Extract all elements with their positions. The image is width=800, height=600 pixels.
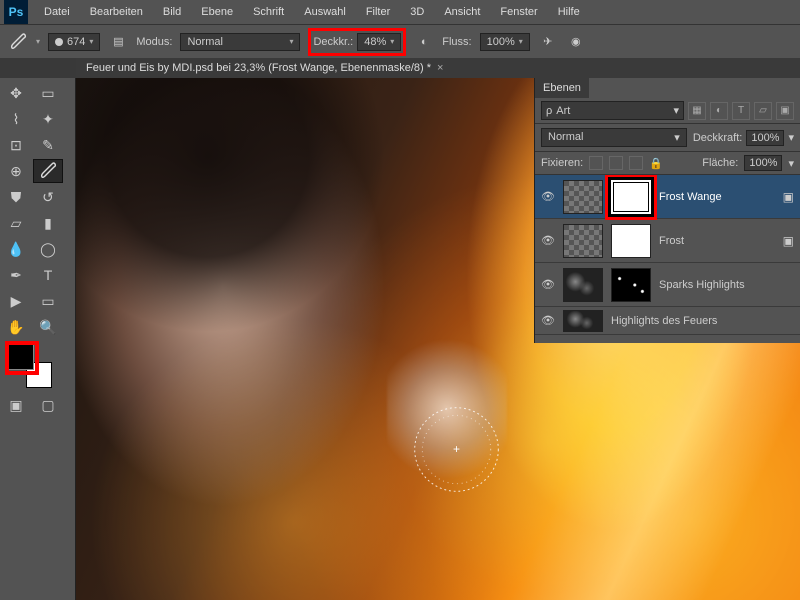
swatch-highlight <box>5 341 39 375</box>
layer-name[interactable]: Frost Wange <box>659 191 775 203</box>
layer-thumbnail[interactable] <box>563 180 603 214</box>
blur-tool[interactable]: 💧 <box>1 237 31 261</box>
layer-thumbnail[interactable] <box>563 268 603 302</box>
layer-opacity-input[interactable]: 100% <box>746 130 784 146</box>
visibility-icon[interactable]: 👁 <box>541 190 555 203</box>
layer-row[interactable]: 👁 Frost Wange ▣ <box>535 175 800 219</box>
layer-opacity-label: Deckkraft: <box>693 132 743 144</box>
lock-pixels-icon[interactable] <box>609 156 623 170</box>
layer-mask-thumbnail[interactable] <box>611 180 651 214</box>
layer-name[interactable]: Highlights des Feuers <box>611 315 794 327</box>
canvas[interactable]: + Ebenen ρArt▾ ▦ ◐ T ▱ ▣ Normal▾ Deckkra… <box>76 78 800 600</box>
layer-filter-select[interactable]: ρArt▾ <box>541 101 684 120</box>
pressure-size-icon[interactable]: ◉ <box>566 32 586 52</box>
brush-tool[interactable] <box>33 159 63 183</box>
layer-thumbnail[interactable] <box>563 224 603 258</box>
brush-size-label: 674 <box>67 36 85 48</box>
layer-row[interactable]: 👁 Frost ▣ <box>535 219 800 263</box>
filter-adjust-icon[interactable]: ◐ <box>710 102 728 120</box>
quickmask-tool[interactable]: ▣ <box>1 393 31 417</box>
brush-panel-icon[interactable]: ▤ <box>108 32 128 52</box>
lasso-tool[interactable]: ⌇ <box>1 107 31 131</box>
menu-schrift[interactable]: Schrift <box>243 6 294 18</box>
menu-filter[interactable]: Filter <box>356 6 400 18</box>
filter-shape-icon[interactable]: ▱ <box>754 102 772 120</box>
menu-bild[interactable]: Bild <box>153 6 191 18</box>
layer-blend-select[interactable]: Normal▾ <box>541 128 687 147</box>
menu-datei[interactable]: Datei <box>34 6 80 18</box>
brush-icon <box>8 32 28 52</box>
menu-fenster[interactable]: Fenster <box>490 6 547 18</box>
link-icon[interactable]: ▣ <box>783 234 794 248</box>
opacity-label: Deckkr.: <box>313 36 353 48</box>
lock-transparency-icon[interactable] <box>589 156 603 170</box>
pen-tool[interactable]: ✒ <box>1 263 31 287</box>
blend-mode-select[interactable]: Normal▾ <box>180 33 300 51</box>
healing-tool[interactable]: ⊕ <box>1 159 31 183</box>
dodge-tool[interactable]: ◯ <box>33 237 63 261</box>
brush-preset-picker[interactable]: 674 ▾ <box>48 33 100 51</box>
lock-position-icon[interactable] <box>629 156 643 170</box>
eraser-tool[interactable]: ▱ <box>1 211 31 235</box>
layers-list: 👁 Frost Wange ▣ 👁 Frost ▣ 👁 <box>535 175 800 335</box>
brush-cursor: + <box>409 402 504 497</box>
fill-label: Fläche: <box>702 157 738 169</box>
filter-smart-icon[interactable]: ▣ <box>776 102 794 120</box>
hand-tool[interactable]: ✋ <box>1 315 31 339</box>
menu-3d[interactable]: 3D <box>400 6 434 18</box>
zoom-tool[interactable]: 🔍 <box>33 315 63 339</box>
link-icon[interactable]: ▣ <box>783 190 794 204</box>
layers-tab[interactable]: Ebenen <box>535 78 589 98</box>
layer-row[interactable]: 👁 Sparks Highlights <box>535 263 800 307</box>
menu-hilfe[interactable]: Hilfe <box>548 6 590 18</box>
document-tab[interactable]: Feuer und Eis by MDI.psd bei 23,3% (Fros… <box>76 58 800 78</box>
fill-input[interactable]: 100% <box>744 155 782 171</box>
tool-preset-chevron[interactable]: ▾ <box>36 37 40 46</box>
flow-label: Fluss: <box>442 36 471 48</box>
screenmode-tool[interactable]: ▢ <box>33 393 63 417</box>
stamp-tool[interactable]: ⛊ <box>1 185 31 209</box>
options-bar: ▾ 674 ▾ ▤ Modus: Normal▾ Deckkr.: 48%▾ ◐… <box>0 24 800 58</box>
opacity-highlight: Deckkr.: 48%▾ <box>308 28 406 56</box>
move-tool[interactable]: ✥ <box>1 81 31 105</box>
flow-input[interactable]: 100%▾ <box>480 33 530 51</box>
opacity-input[interactable]: 48%▾ <box>357 33 401 51</box>
shape-tool[interactable]: ▭ <box>33 289 63 313</box>
menu-ansicht[interactable]: Ansicht <box>434 6 490 18</box>
filter-pixel-icon[interactable]: ▦ <box>688 102 706 120</box>
type-tool[interactable]: T <box>33 263 63 287</box>
filter-type-icon[interactable]: T <box>732 102 750 120</box>
path-select-tool[interactable]: ▶ <box>1 289 31 313</box>
layer-name[interactable]: Sparks Highlights <box>659 279 794 291</box>
close-tab-icon[interactable]: × <box>437 62 443 74</box>
crop-tool[interactable]: ⊡ <box>1 133 31 157</box>
layers-panel: Ebenen ρArt▾ ▦ ◐ T ▱ ▣ Normal▾ Deckkraft… <box>534 78 800 343</box>
layer-mask-thumbnail[interactable] <box>611 224 651 258</box>
history-brush-tool[interactable]: ↺ <box>33 185 63 209</box>
menu-bar: Ps Datei Bearbeiten Bild Ebene Schrift A… <box>0 0 800 24</box>
layer-mask-thumbnail[interactable] <box>611 268 651 302</box>
menu-ebene[interactable]: Ebene <box>191 6 243 18</box>
mode-label: Modus: <box>136 36 172 48</box>
color-swatches[interactable] <box>8 344 52 388</box>
app-logo: Ps <box>4 0 28 24</box>
airbrush-icon[interactable]: ✈ <box>538 32 558 52</box>
menu-bearbeiten[interactable]: Bearbeiten <box>80 6 153 18</box>
lock-all-icon[interactable]: 🔒 <box>649 157 663 170</box>
menu-auswahl[interactable]: Auswahl <box>294 6 356 18</box>
layer-name[interactable]: Frost <box>659 235 775 247</box>
pressure-opacity-icon[interactable]: ◐ <box>414 32 434 52</box>
lock-label: Fixieren: <box>541 157 583 169</box>
gradient-tool[interactable]: ▮ <box>33 211 63 235</box>
eyedropper-tool[interactable]: ✎ <box>33 133 63 157</box>
marquee-tool[interactable]: ▭ <box>33 81 63 105</box>
layer-thumbnail[interactable] <box>563 310 603 332</box>
layer-row[interactable]: 👁 Highlights des Feuers <box>535 307 800 335</box>
visibility-icon[interactable]: 👁 <box>541 278 555 291</box>
visibility-icon[interactable]: 👁 <box>541 234 555 247</box>
wand-tool[interactable]: ✦ <box>33 107 63 131</box>
tools-panel: ✥▭ ⌇✦ ⊡✎ ⊕ ⛊↺ ▱▮ 💧◯ ✒T ▶▭ ✋🔍 ▣▢ <box>0 78 76 600</box>
visibility-icon[interactable]: 👁 <box>541 314 555 327</box>
